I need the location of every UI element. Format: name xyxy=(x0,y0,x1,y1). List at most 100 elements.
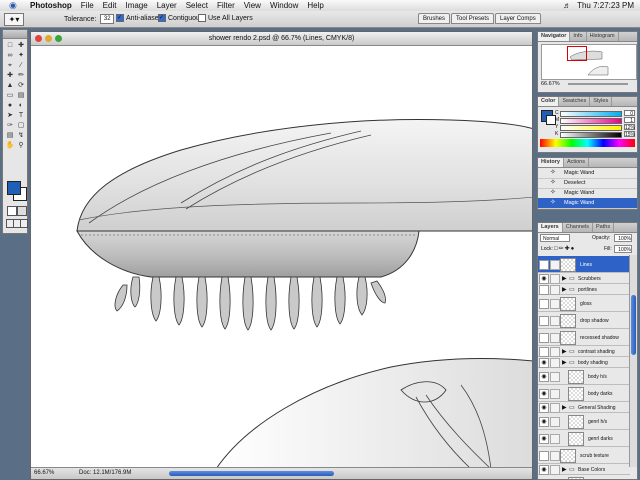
palette-well-tab-layer-comps[interactable]: Layer Comps xyxy=(495,13,541,24)
toolbox-header[interactable] xyxy=(3,30,27,39)
zoom-tool-icon[interactable]: ⚲ xyxy=(16,141,26,150)
visibility-eye-icon[interactable] xyxy=(539,346,549,357)
color-channel-value[interactable]: 0 xyxy=(624,110,635,117)
menu-view[interactable]: View xyxy=(244,0,261,11)
visibility-eye-icon[interactable]: ◉ xyxy=(539,402,549,413)
visibility-eye-icon[interactable]: ◉ xyxy=(539,416,549,427)
layer-link-icon[interactable] xyxy=(550,357,560,368)
lasso-tool-icon[interactable]: ∞ xyxy=(5,51,15,60)
visibility-eye-icon[interactable]: ◉ xyxy=(539,357,549,368)
menu-filter[interactable]: Filter xyxy=(217,0,235,11)
quick-mask-button[interactable] xyxy=(17,206,27,216)
visibility-eye-icon[interactable]: ◉ xyxy=(539,388,549,399)
color-channel-value[interactable]: 15% xyxy=(624,131,635,138)
tool-preset-picker[interactable]: ✦▾ xyxy=(4,13,24,26)
tab-history[interactable]: History xyxy=(538,158,564,167)
foreground-color-swatch[interactable] xyxy=(7,181,21,195)
fill-input[interactable]: 100% xyxy=(614,245,632,253)
screen-mode-full-button[interactable] xyxy=(20,219,28,228)
anti-aliased-checkbox[interactable]: ✓ xyxy=(116,14,124,23)
tab-paths[interactable]: Paths xyxy=(593,223,615,232)
tab-navigator[interactable]: Navigator xyxy=(538,32,571,41)
menu-window[interactable]: Window xyxy=(270,0,298,11)
standard-mode-button[interactable] xyxy=(7,206,17,216)
menu-edit[interactable]: Edit xyxy=(103,0,117,11)
disclosure-triangle-icon[interactable]: ▶ xyxy=(562,275,567,282)
menu-help[interactable]: Help xyxy=(307,0,323,11)
color-channel-value[interactable]: 1 xyxy=(624,117,635,124)
doc-size-readout[interactable]: Doc: 12.1M/176.9M xyxy=(79,468,131,479)
visibility-eye-icon[interactable]: ◉ xyxy=(539,464,549,475)
palette-well-tab-brushes[interactable]: Brushes xyxy=(418,13,451,24)
color-channel-slider[interactable] xyxy=(560,132,622,138)
history-item[interactable]: ✧ Magic Wand xyxy=(538,198,637,209)
layer-row[interactable]: ◉ Lines xyxy=(538,256,630,273)
tab-actions[interactable]: Actions xyxy=(564,158,589,167)
visibility-eye-icon[interactable]: ◉ xyxy=(539,273,549,284)
color-channel-value[interactable]: 12% xyxy=(624,124,635,131)
contiguous-option[interactable]: ✓ Contiguous xyxy=(158,14,203,24)
tolerance-input[interactable]: 32 xyxy=(100,14,115,24)
disclosure-triangle-icon[interactable]: ▶ xyxy=(562,359,567,366)
layer-row[interactable]: ◉ ▶ ▭ Scrubbers xyxy=(538,273,630,284)
tab-styles[interactable]: Styles xyxy=(590,97,613,106)
navigator-zoom[interactable]: 66.67% xyxy=(541,81,560,87)
healing-brush-icon[interactable]: ✚ xyxy=(5,71,15,80)
history-brush-icon[interactable]: ⟳ xyxy=(16,81,26,90)
gradient-tool-icon[interactable]: ▤ xyxy=(16,91,26,100)
layer-row[interactable]: ◉ ▶ ▭ Base Colors xyxy=(538,464,630,475)
blend-mode-select[interactable]: Normal xyxy=(540,234,570,242)
clone-stamp-icon[interactable]: ▲ xyxy=(5,81,15,90)
layer-link-icon[interactable] xyxy=(550,332,560,343)
layer-link-icon[interactable] xyxy=(550,315,560,326)
layer-link-icon[interactable] xyxy=(550,402,560,413)
tab-layers[interactable]: Layers xyxy=(538,223,563,232)
visibility-eye-icon[interactable] xyxy=(539,315,549,326)
navigator-zoom-slider[interactable] xyxy=(568,83,628,85)
pen-tool-icon[interactable]: ✑ xyxy=(5,121,15,130)
dodge-tool-icon[interactable]: ◐ xyxy=(16,101,26,110)
visibility-eye-icon[interactable]: ◉ xyxy=(539,433,549,444)
brush-tool-icon[interactable]: ✏ xyxy=(16,71,26,80)
type-tool-icon[interactable]: T xyxy=(16,111,26,120)
eyedropper-tool-icon[interactable]: ↯ xyxy=(16,131,26,140)
layer-row[interactable]: ◉ ▶ ▭ General Shading xyxy=(538,402,630,413)
layer-link-icon[interactable] xyxy=(550,346,560,357)
layer-link-icon[interactable] xyxy=(550,259,560,270)
disclosure-triangle-icon[interactable]: ▶ xyxy=(562,404,567,411)
document-title-bar[interactable]: shower rendo 2.psd @ 66.7% (Lines, CMYK/… xyxy=(31,32,532,46)
anti-aliased-option[interactable]: ✓ Anti-aliased xyxy=(116,14,163,24)
menu-file[interactable]: File xyxy=(81,0,94,11)
layer-link-icon[interactable] xyxy=(550,433,560,444)
layer-link-icon[interactable] xyxy=(550,388,560,399)
apple-menu-icon[interactable]: ◉ xyxy=(9,0,17,11)
layer-link-icon[interactable] xyxy=(550,284,560,295)
layer-row[interactable]: ◉ body darks xyxy=(538,385,630,402)
visibility-eye-icon[interactable] xyxy=(539,298,549,309)
visibility-eye-icon[interactable] xyxy=(539,332,549,343)
eraser-tool-icon[interactable]: ▭ xyxy=(5,91,15,100)
color-channel-slider[interactable] xyxy=(560,125,622,131)
volume-icon[interactable]: ♬ xyxy=(563,0,571,11)
opacity-input[interactable]: 100% xyxy=(614,234,632,242)
visibility-eye-icon[interactable] xyxy=(539,284,549,295)
layer-link-icon[interactable] xyxy=(550,298,560,309)
disclosure-triangle-icon[interactable]: ▶ xyxy=(562,286,567,293)
layer-row[interactable]: ◉ ▶ ▭ body shading xyxy=(538,357,630,368)
marquee-tool-icon[interactable]: □ xyxy=(5,41,15,50)
tab-swatches[interactable]: Swatches xyxy=(559,97,591,106)
layers-scroll-thumb[interactable] xyxy=(631,295,636,355)
layer-link-icon[interactable] xyxy=(550,273,560,284)
menu-image[interactable]: Image xyxy=(125,0,147,11)
path-select-icon[interactable]: ➤ xyxy=(5,111,15,120)
color-spectrum-bar[interactable] xyxy=(540,139,635,147)
color-channel-slider[interactable] xyxy=(560,118,622,124)
layer-row[interactable]: drop shadow xyxy=(538,312,630,329)
use-all-layers-option[interactable]: Use All Layers xyxy=(198,14,253,24)
disclosure-triangle-icon[interactable]: ▶ xyxy=(562,466,567,473)
layer-row[interactable]: ◉contrast fill xyxy=(538,475,630,479)
menu-layer[interactable]: Layer xyxy=(157,0,177,11)
shape-tool-icon[interactable]: ▢ xyxy=(16,121,26,130)
layer-row[interactable]: ▶ ▭ contrast shading xyxy=(538,346,630,357)
blur-tool-icon[interactable]: ● xyxy=(5,101,15,110)
